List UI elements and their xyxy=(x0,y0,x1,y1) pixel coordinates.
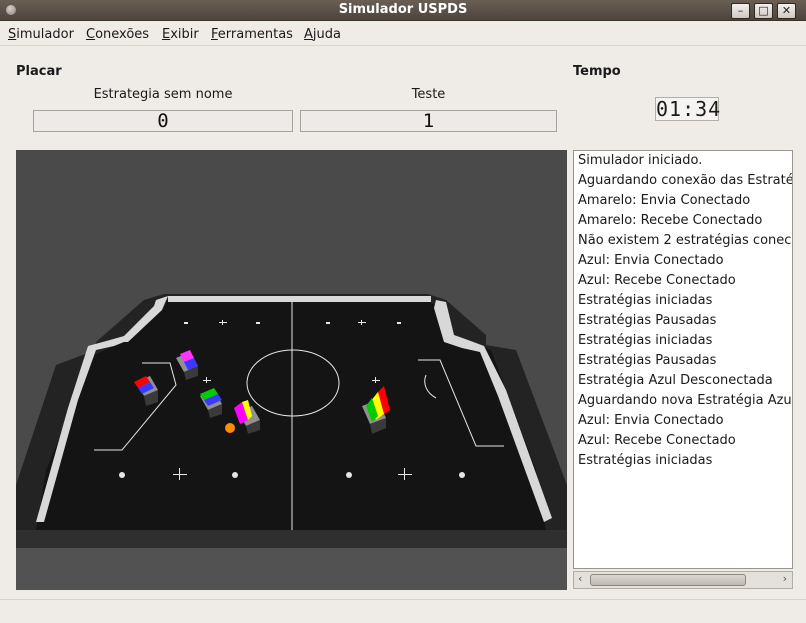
log-horizontal-scrollbar[interactable]: ‹ › xyxy=(573,571,793,589)
log-entry: Estratégias iniciadas xyxy=(578,453,713,468)
log-entry: Aguardando conexão das Estraté xyxy=(578,173,793,188)
log-entry: Aguardando nova Estratégia Azul xyxy=(578,393,793,408)
team-left-score: 0 xyxy=(33,110,293,132)
scrollbar-thumb[interactable] xyxy=(590,574,746,586)
log-entry: Estratégias Pausadas xyxy=(578,313,717,328)
log-entry: Amarelo: Recebe Conectado xyxy=(578,213,763,228)
soccer-field-render xyxy=(16,150,567,590)
log-entry: Estratégias iniciadas xyxy=(578,293,713,308)
maximize-button[interactable]: □ xyxy=(754,3,773,19)
menu-simulador[interactable]: Simulador xyxy=(8,27,74,42)
team-right-score: 1 xyxy=(300,110,557,132)
log-entry: Simulador iniciado. xyxy=(578,153,703,168)
minimize-button[interactable]: – xyxy=(731,3,750,19)
menu-ajuda[interactable]: Ajuda xyxy=(304,27,341,42)
log-entry: Amarelo: Envia Conectado xyxy=(578,193,751,208)
team-left-name: Estrategia sem nome xyxy=(93,87,233,102)
menu-ferramentas[interactable]: Ferramentas xyxy=(211,27,293,42)
log-entry: Azul: Envia Conectado xyxy=(578,413,724,428)
log-entry: Não existem 2 estratégias conec xyxy=(578,233,792,248)
close-button[interactable]: ✕ xyxy=(777,3,796,19)
log-entry: Azul: Envia Conectado xyxy=(578,253,724,268)
ball xyxy=(225,423,235,433)
log-entry: Estratégias iniciadas xyxy=(578,333,713,348)
menu-exibir[interactable]: Exibir xyxy=(162,27,199,42)
title-bar: Simulador USPDS – □ ✕ xyxy=(0,0,806,21)
log-entry: Azul: Recebe Conectado xyxy=(578,433,736,448)
scoreboard-label: Placar xyxy=(16,64,62,79)
log-entry: Azul: Recebe Conectado xyxy=(578,273,736,288)
log-entry: Estratégias Pausadas xyxy=(578,353,717,368)
field-view[interactable] xyxy=(16,150,567,590)
game-timer: 01:34 xyxy=(655,97,722,121)
menu-conexoes[interactable]: Conexões xyxy=(86,27,149,42)
event-log[interactable]: Simulador iniciado. Aguardando conexão d… xyxy=(573,150,793,569)
status-bar xyxy=(0,599,806,623)
menu-bar: Simulador Conexões Exibir Ferramentas Aj… xyxy=(0,22,806,46)
log-entry: Estratégia Azul Desconectada xyxy=(578,373,773,388)
team-right-name: Teste xyxy=(411,87,446,102)
scroll-right-icon[interactable]: › xyxy=(783,572,787,585)
window-title: Simulador USPDS xyxy=(338,2,468,17)
scroll-left-icon[interactable]: ‹ xyxy=(578,572,582,585)
time-label: Tempo xyxy=(573,64,621,79)
